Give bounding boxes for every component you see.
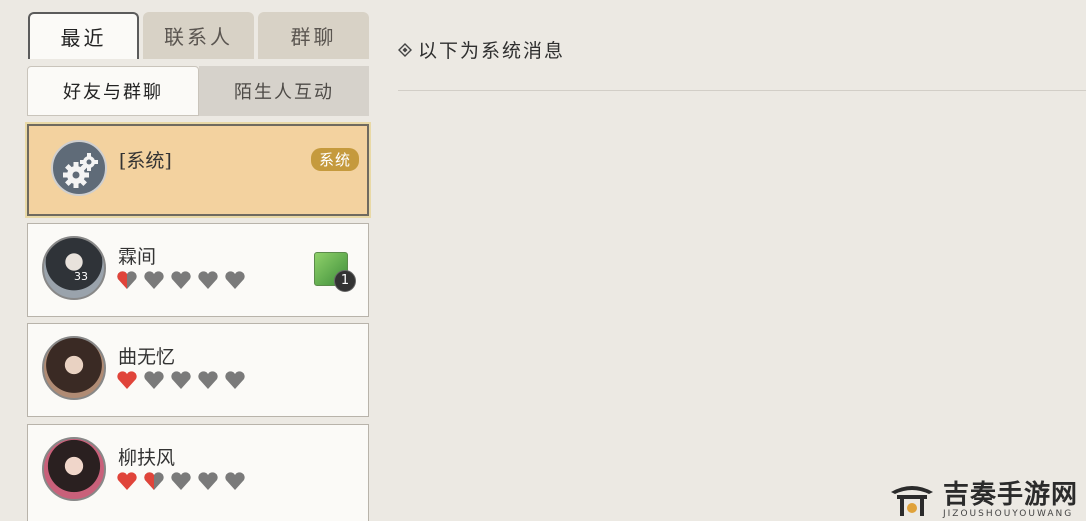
affinity-hearts [116, 370, 246, 390]
conversation-system[interactable]: [系统] 系统 [25, 122, 371, 218]
level-badge: 33 [74, 270, 88, 283]
gear-icon [51, 140, 107, 196]
conversation-panel: 最近 联系人 群聊 好友与群聊 陌生人互动 [系统] 系统 33 霖间 1 曲无… [0, 0, 380, 521]
heart-empty-icon [225, 371, 245, 389]
affinity-hearts [116, 471, 246, 491]
watermark-subtitle: JIZOUSHOUYOUWANG [942, 509, 1074, 519]
heart-empty-icon [171, 271, 191, 289]
pavilion-logo-icon [890, 486, 933, 516]
gift-count: 1 [334, 270, 356, 292]
divider [398, 90, 1086, 91]
subtab-friends-groups[interactable]: 好友与群聊 [27, 66, 199, 116]
heart-empty-icon [198, 371, 218, 389]
tab-recent[interactable]: 最近 [28, 12, 139, 59]
tab-groups[interactable]: 群聊 [258, 12, 369, 59]
conversation-liufufeng[interactable]: 柳扶风 [27, 424, 369, 521]
conversation-quwuyi[interactable]: 曲无忆 [27, 323, 369, 417]
avatar [42, 336, 106, 400]
conversation-name: 曲无忆 [118, 346, 176, 368]
heart-half-icon [117, 271, 137, 289]
heart-half-icon [144, 472, 164, 490]
system-messages-header: 以下为系统消息 [398, 36, 565, 63]
conversation-name: 霖间 [118, 246, 157, 268]
gift-icon[interactable]: 1 [314, 252, 356, 292]
affinity-hearts [116, 270, 246, 290]
heart-empty-icon [225, 472, 245, 490]
heart-full-icon [117, 371, 137, 389]
tab-contacts[interactable]: 联系人 [143, 12, 254, 59]
heart-full-icon [117, 472, 137, 490]
heart-empty-icon [198, 472, 218, 490]
heart-empty-icon [171, 472, 191, 490]
system-badge: 系统 [310, 148, 359, 171]
heart-empty-icon [171, 371, 191, 389]
avatar [42, 437, 106, 501]
heart-empty-icon [225, 271, 245, 289]
diamond-bullet-icon [398, 42, 412, 57]
avatar [42, 236, 106, 300]
heart-empty-icon [144, 271, 164, 289]
site-watermark: 吉奏手游网 JIZOUSHOUYOUWANG [889, 481, 1078, 519]
heart-empty-icon [144, 371, 164, 389]
heart-empty-icon [198, 271, 218, 289]
watermark-title: 吉奏手游网 [942, 480, 1078, 510]
subtab-strangers[interactable]: 陌生人互动 [199, 66, 369, 116]
conversation-linjian[interactable]: 33 霖间 1 [27, 223, 369, 317]
system-messages-title: 以下为系统消息 [418, 40, 566, 62]
conversation-name: 柳扶风 [118, 447, 176, 469]
conversation-name: [系统] [119, 150, 172, 172]
